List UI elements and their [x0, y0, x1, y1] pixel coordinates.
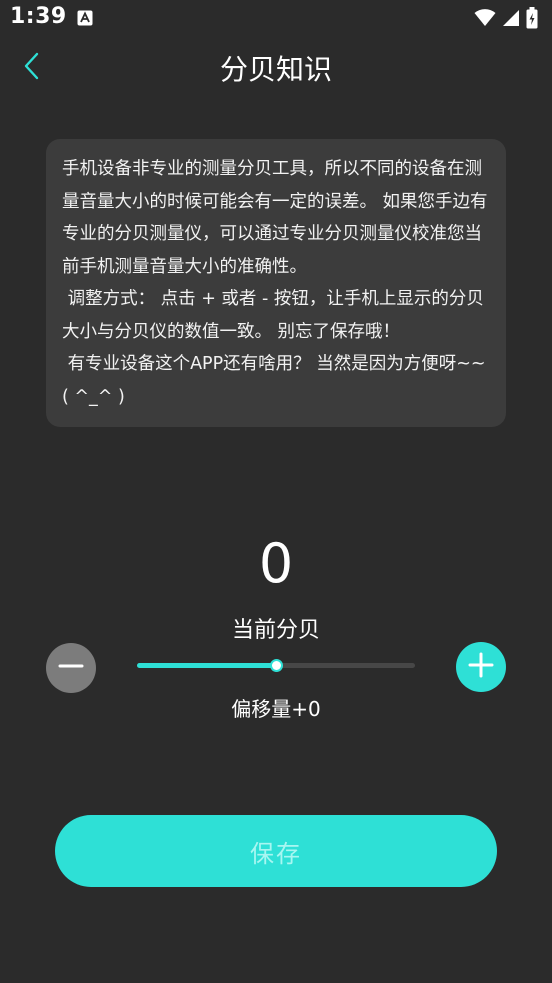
current-db-value: 0 [258, 532, 294, 595]
offset-slider[interactable] [137, 658, 415, 674]
signal-icon [502, 8, 520, 32]
status-icons [474, 7, 538, 33]
info-card: 手机设备非专业的测量分贝工具，所以不同的设备在测量音量大小的时候可能会有一定的误… [46, 139, 506, 427]
current-db-label: 当前分贝 [231, 618, 320, 643]
app-header: 分贝知识 [0, 38, 552, 96]
plus-icon [468, 652, 494, 682]
increase-button[interactable] [456, 642, 506, 692]
status-time: 1:39 [10, 4, 67, 29]
status-bar: 1:39 [0, 0, 552, 38]
slider-thumb[interactable] [270, 659, 283, 672]
minus-icon [58, 653, 84, 683]
page-title: 分贝知识 [219, 53, 332, 86]
info-text: 手机设备非专业的测量分贝工具，所以不同的设备在测量音量大小的时候可能会有一定的误… [62, 159, 488, 407]
offset-label: 偏移量+0 [231, 697, 321, 721]
decrease-button[interactable] [46, 643, 96, 693]
wifi-icon [474, 8, 496, 32]
save-button[interactable]: 保存 [55, 815, 497, 887]
slider-fill [137, 663, 276, 668]
battery-icon [526, 7, 538, 33]
notification-a-icon [77, 10, 93, 30]
